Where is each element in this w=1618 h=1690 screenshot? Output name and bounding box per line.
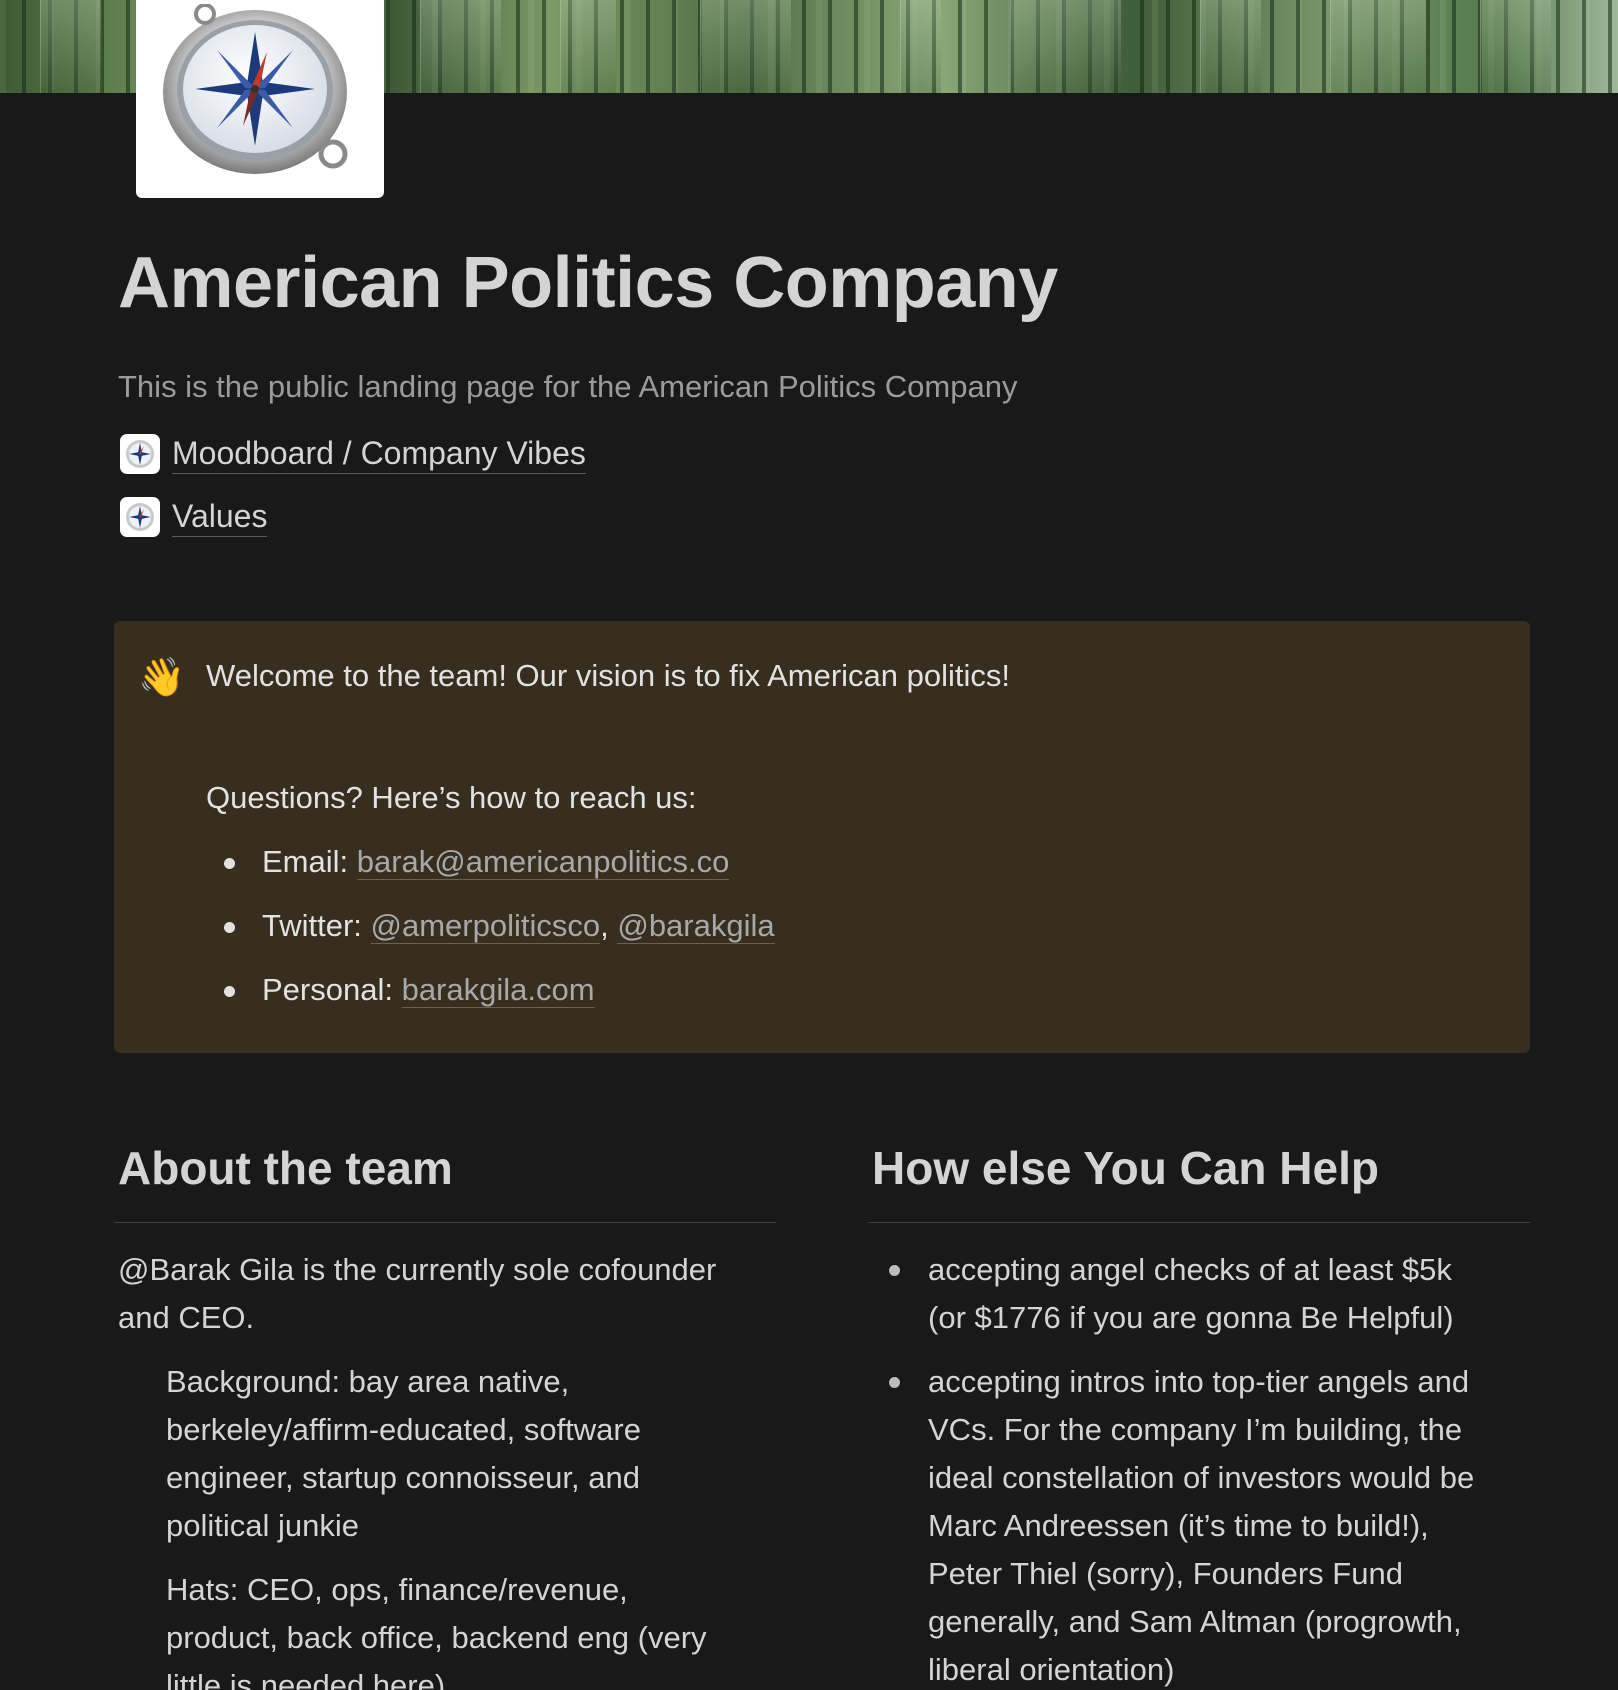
background-line: political junkie (166, 1508, 359, 1543)
page-title: American Politics Company (118, 243, 1058, 323)
background-line: berkeley/affirm-educated, software (166, 1412, 641, 1447)
hats-line: product, back office, backend eng (very (166, 1620, 707, 1655)
help-line: Marc Andreessen (it’s time to build!), (928, 1508, 1429, 1543)
personal-site-link[interactable]: barakgila.com (401, 972, 595, 1008)
bullet-dot (224, 858, 235, 869)
intro-line: and CEO. (118, 1300, 255, 1335)
background-line: engineer, startup connoisseur, and (166, 1460, 640, 1495)
email-label: Email: (262, 844, 357, 879)
bullet-dot (224, 922, 235, 933)
bullet-dot (224, 986, 235, 997)
help-line: liberal orientation) (928, 1652, 1175, 1687)
email-link[interactable]: barak@americanpolitics.co (356, 844, 730, 880)
help-line: VCs. For the company I’m building, the (928, 1412, 1463, 1447)
background-line: Background: bay area native, (166, 1364, 570, 1399)
moodboard-page-link[interactable]: Moodboard / Company Vibes (120, 432, 586, 476)
twitter-label: Twitter: (262, 908, 371, 943)
about-team-heading: About the team (118, 1142, 453, 1194)
bullet-dot (889, 1265, 900, 1276)
personal-label: Personal: (262, 972, 402, 1007)
welcome-text: Welcome to the team! Our vision is to fi… (206, 658, 1011, 693)
questions-text: Questions? Here’s how to reach us: (206, 780, 697, 815)
divider (868, 1222, 1530, 1223)
hats-line: Hats: CEO, ops, finance/revenue, (166, 1572, 628, 1607)
values-page-link[interactable]: Values (120, 495, 268, 539)
help-line: Peter Thiel (sorry), Founders Fund (928, 1556, 1403, 1591)
compass-icon[interactable] (136, 0, 384, 198)
help-item-angel-checks: accepting angel checks of at least $5k (… (928, 1246, 1454, 1342)
intro-line: @Barak Gila is the currently sole cofoun… (118, 1252, 717, 1287)
about-hats: Hats: CEO, ops, finance/revenue, product… (166, 1566, 707, 1690)
help-item-investor-intros: accepting intros into top-tier angels an… (928, 1358, 1474, 1690)
about-intro: @Barak Gila is the currently sole cofoun… (118, 1246, 716, 1342)
values-link-label: Values (172, 498, 268, 537)
help-heading: How else You Can Help (872, 1142, 1379, 1194)
help-line: (or $1776 if you are gonna Be Helpful) (928, 1300, 1454, 1335)
compass-icon (120, 434, 160, 474)
help-line: ideal constellation of investors would b… (928, 1460, 1475, 1495)
help-line: accepting intros into top-tier angels an… (928, 1364, 1470, 1399)
compass-icon (120, 497, 160, 537)
page: American Politics Company This is the pu… (0, 0, 1618, 1690)
divider (114, 1222, 776, 1223)
page-description: This is the public landing page for the … (118, 369, 1018, 404)
help-line: accepting angel checks of at least $5k (928, 1252, 1452, 1287)
help-line: generally, and Sam Altman (progrowth, (928, 1604, 1462, 1639)
bullet-dot (889, 1377, 900, 1388)
about-background: Background: bay area native, berkeley/af… (166, 1358, 641, 1550)
personal-item: Personal: barakgila.com (262, 970, 595, 1010)
email-item: Email: barak@americanpolitics.co (262, 842, 730, 882)
waving-hand-icon: 👋 (138, 657, 186, 699)
hats-line: little is needed here) (166, 1668, 446, 1690)
twitter-item: Twitter: @amerpoliticsco, @barakgila (262, 906, 775, 946)
twitter-separator: , (600, 908, 618, 943)
welcome-callout: 👋 Welcome to the team! Our vision is to … (114, 621, 1530, 1053)
twitter-link-barakgila[interactable]: @barakgila (617, 908, 775, 944)
twitter-link-amerpoliticsco[interactable]: @amerpoliticsco (370, 908, 601, 944)
moodboard-link-label: Moodboard / Company Vibes (172, 435, 586, 474)
